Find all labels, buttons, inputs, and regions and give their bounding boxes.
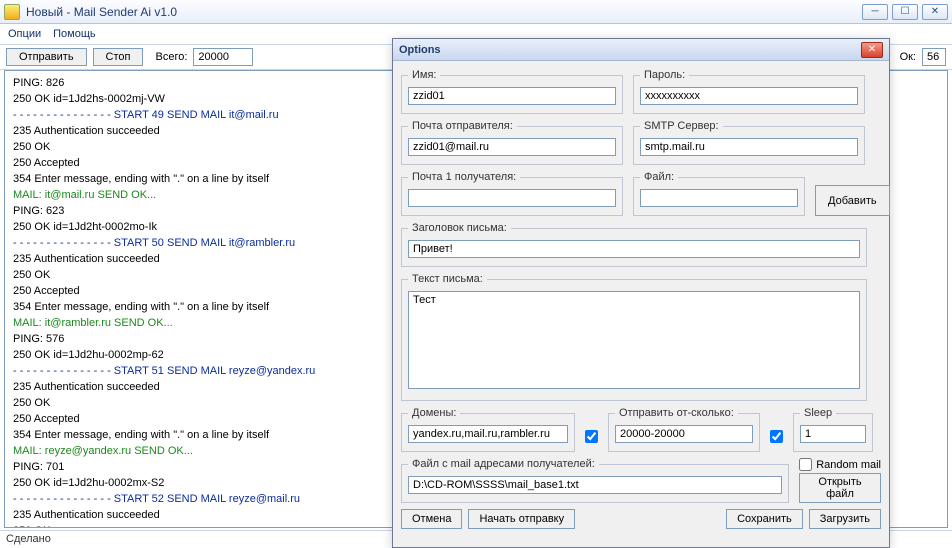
- recipient-label: Почта 1 получателя:: [408, 171, 520, 183]
- body-label: Текст письма:: [408, 273, 487, 285]
- smtp-label: SMTP Сервер:: [640, 120, 723, 132]
- random-mail-label: Random mail: [816, 459, 881, 471]
- recipient-input[interactable]: [408, 189, 616, 207]
- dialog-close-button[interactable]: ✕: [861, 42, 883, 58]
- password-field-group: Пароль:: [633, 69, 865, 114]
- sendcount-label: Отправить от-сколько:: [615, 407, 738, 419]
- cancel-button[interactable]: Отмена: [401, 509, 462, 529]
- sender-field-group: Почта отправителя:: [401, 120, 623, 165]
- file-field-group: Файл:: [633, 171, 805, 216]
- addrfile-input[interactable]: [408, 476, 782, 494]
- file-input[interactable]: [640, 189, 798, 207]
- sender-label: Почта отправителя:: [408, 120, 517, 132]
- sender-input[interactable]: [408, 138, 616, 156]
- ok-label: Ок:: [900, 51, 916, 63]
- domains-input[interactable]: [408, 425, 568, 443]
- maximize-button[interactable]: ☐: [892, 4, 918, 20]
- total-label: Всего:: [155, 51, 187, 63]
- domains-checkbox[interactable]: [585, 430, 598, 443]
- sendcount-field-group: Отправить от-сколько:: [608, 407, 760, 452]
- name-input[interactable]: [408, 87, 616, 105]
- open-file-button[interactable]: Открыть файл: [799, 473, 881, 503]
- smtp-input[interactable]: [640, 138, 858, 156]
- close-button[interactable]: ✕: [922, 4, 948, 20]
- ok-value: 56: [922, 48, 946, 66]
- body-textarea[interactable]: [408, 291, 860, 389]
- addrfile-label: Файл с mail адресами получателей:: [408, 458, 599, 470]
- status-text: Сделано: [6, 533, 51, 545]
- minimize-button[interactable]: ─: [862, 4, 888, 20]
- load-button[interactable]: Загрузить: [809, 509, 881, 529]
- save-button[interactable]: Сохранить: [726, 509, 803, 529]
- dialog-title: Options: [399, 44, 861, 56]
- domains-field-group: Домены:: [401, 407, 575, 452]
- total-value: 20000: [193, 48, 253, 66]
- app-icon: [4, 4, 20, 20]
- menu-options[interactable]: Опции: [8, 28, 41, 40]
- menu-help[interactable]: Помощь: [53, 28, 96, 40]
- window-title: Новый - Mail Sender Ai v1.0: [26, 5, 862, 19]
- addrfile-field-group: Файл с mail адресами получателей:: [401, 458, 789, 503]
- dialog-titlebar: Options ✕: [393, 39, 889, 61]
- sleep-label: Sleep: [800, 407, 836, 419]
- password-input[interactable]: [640, 87, 858, 105]
- add-button[interactable]: Добавить: [815, 185, 890, 216]
- password-label: Пароль:: [640, 69, 689, 81]
- domains-label: Домены:: [408, 407, 460, 419]
- send-button[interactable]: Отправить: [6, 48, 87, 66]
- window-titlebar: Новый - Mail Sender Ai v1.0 ─ ☐ ✕: [0, 0, 952, 24]
- sendcount-checkbox[interactable]: [770, 430, 783, 443]
- recipient-field-group: Почта 1 получателя:: [401, 171, 623, 216]
- name-label: Имя:: [408, 69, 440, 81]
- subject-label: Заголовок письма:: [408, 222, 511, 234]
- sleep-input[interactable]: [800, 425, 866, 443]
- subject-field-group: Заголовок письма:: [401, 222, 867, 267]
- body-field-group: Текст письма:: [401, 273, 867, 401]
- stop-button[interactable]: Стоп: [93, 48, 144, 66]
- options-dialog: Options ✕ Имя: Пароль: Почта отправителя…: [392, 38, 890, 548]
- random-mail-checkbox[interactable]: [799, 458, 812, 471]
- subject-input[interactable]: [408, 240, 860, 258]
- file-label: Файл:: [640, 171, 678, 183]
- name-field-group: Имя:: [401, 69, 623, 114]
- sendcount-input[interactable]: [615, 425, 753, 443]
- sleep-field-group: Sleep: [793, 407, 873, 452]
- start-send-button[interactable]: Начать отправку: [468, 509, 575, 529]
- smtp-field-group: SMTP Сервер:: [633, 120, 865, 165]
